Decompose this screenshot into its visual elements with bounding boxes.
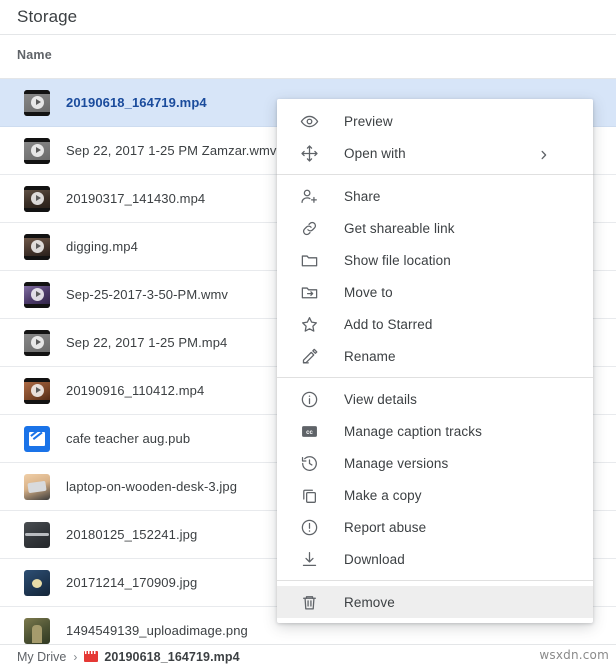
menu-item-make-a-copy[interactable]: Make a copy — [277, 479, 593, 511]
menu-item-add-to-starred[interactable]: Add to Starred — [277, 308, 593, 340]
menu-item-label: Move to — [344, 284, 393, 300]
person-add-icon — [299, 186, 319, 206]
play-icon — [30, 288, 44, 301]
closed-caption-icon: cc — [299, 421, 319, 441]
menu-item-label: Make a copy — [344, 487, 422, 503]
menu-divider — [277, 174, 593, 175]
menu-item-rename[interactable]: Rename — [277, 340, 593, 372]
video-thumb-grey — [24, 137, 50, 164]
info-circle-icon — [299, 389, 319, 409]
play-icon — [30, 192, 44, 205]
menu-item-remove[interactable]: Remove — [277, 586, 593, 618]
menu-item-show-file-location[interactable]: Show file location — [277, 244, 593, 276]
video-thumb-purple — [24, 281, 50, 308]
breadcrumb: My Drive › 20190618_164719.mp4 — [0, 645, 616, 668]
chevron-right-icon: › — [73, 649, 78, 664]
file-name: cafe teacher aug.pub — [66, 431, 191, 446]
file-context-menu[interactable]: Preview Open with Share Get shareable link S… — [277, 99, 593, 623]
play-icon — [30, 240, 44, 253]
copy-icon — [299, 485, 319, 505]
video-thumb-dark — [24, 185, 50, 212]
menu-item-open-with[interactable]: Open with — [277, 137, 593, 169]
breadcrumb-item-current-file[interactable]: 20190618_164719.mp4 — [104, 650, 239, 664]
menu-item-label: Share — [344, 188, 381, 204]
column-header-name: Name — [17, 48, 52, 62]
exclamation-circle-icon — [299, 517, 319, 537]
chevron-right-icon — [539, 148, 549, 160]
link-icon — [299, 218, 319, 238]
file-name: Sep 22, 2017 1-25 PM Zamzar.wmv — [66, 143, 277, 158]
menu-item-label: Rename — [344, 348, 396, 364]
menu-item-get-shareable-link[interactable]: Get shareable link — [277, 212, 593, 244]
pencil-icon — [299, 346, 319, 366]
move-to-folder-icon — [299, 282, 319, 302]
publisher-doc-thumb — [24, 425, 50, 452]
video-thumb-grey — [24, 329, 50, 356]
menu-divider — [277, 580, 593, 581]
publisher-glyph — [29, 431, 45, 446]
menu-item-report-abuse[interactable]: Report abuse — [277, 511, 593, 543]
play-icon — [30, 96, 44, 109]
play-icon — [30, 144, 44, 157]
play-icon — [30, 384, 44, 397]
file-name: digging.mp4 — [66, 239, 138, 254]
menu-item-share[interactable]: Share — [277, 180, 593, 212]
file-name: 1494549139_uploadimage.png — [66, 623, 248, 638]
file-name: laptop-on-wooden-desk-3.jpg — [66, 479, 238, 494]
watermark: wsxdn.com — [539, 648, 609, 662]
play-icon — [30, 336, 44, 349]
open-with-icon — [299, 143, 319, 163]
image-thumb-laptop — [24, 473, 50, 500]
file-name: 20190916_110412.mp4 — [66, 383, 205, 398]
menu-item-label: Add to Starred — [344, 316, 433, 332]
folder-icon — [299, 250, 319, 270]
menu-item-label: Report abuse — [344, 519, 427, 535]
menu-item-move-to[interactable]: Move to — [277, 276, 593, 308]
file-name: 20180125_152241.jpg — [66, 527, 198, 542]
image-thumb-ocean — [24, 569, 50, 596]
menu-item-label: Manage caption tracks — [344, 423, 482, 439]
image-thumb-person — [24, 617, 50, 644]
download-icon — [299, 549, 319, 569]
video-thumb-brown — [24, 377, 50, 404]
menu-item-label: Open with — [344, 145, 406, 161]
star-icon — [299, 314, 319, 334]
image-thumb-road — [24, 521, 50, 548]
menu-item-label: Preview — [344, 113, 393, 129]
file-name: Sep 22, 2017 1-25 PM.mp4 — [66, 335, 228, 350]
eye-icon — [299, 111, 319, 131]
file-name: 20190618_164719.mp4 — [66, 95, 207, 110]
trash-icon — [299, 592, 319, 612]
header-divider — [0, 34, 616, 35]
menu-item-label: Show file location — [344, 252, 451, 268]
file-name: 20190317_141430.mp4 — [66, 191, 206, 206]
video-thumb-dark — [24, 233, 50, 260]
menu-item-label: View details — [344, 391, 417, 407]
file-name: Sep-25-2017-3-50-PM.wmv — [66, 287, 228, 302]
menu-item-label: Remove — [344, 594, 395, 610]
video-file-icon — [84, 651, 99, 662]
svg-text:cc: cc — [306, 430, 313, 436]
menu-item-label: Manage versions — [344, 455, 449, 471]
menu-item-manage-versions[interactable]: Manage versions — [277, 447, 593, 479]
menu-item-preview[interactable]: Preview — [277, 105, 593, 137]
menu-item-label: Get shareable link — [344, 220, 455, 236]
page-title: Storage — [17, 7, 78, 26]
history-icon — [299, 453, 319, 473]
video-thumb-grey — [24, 89, 50, 116]
menu-divider — [277, 377, 593, 378]
file-name: 20171214_170909.jpg — [66, 575, 198, 590]
menu-item-manage-caption-tracks[interactable]: cc Manage caption tracks — [277, 415, 593, 447]
breadcrumb-item-my-drive[interactable]: My Drive — [17, 650, 66, 664]
menu-item-view-details[interactable]: View details — [277, 383, 593, 415]
menu-item-download[interactable]: Download — [277, 543, 593, 575]
menu-item-label: Download — [344, 551, 405, 567]
